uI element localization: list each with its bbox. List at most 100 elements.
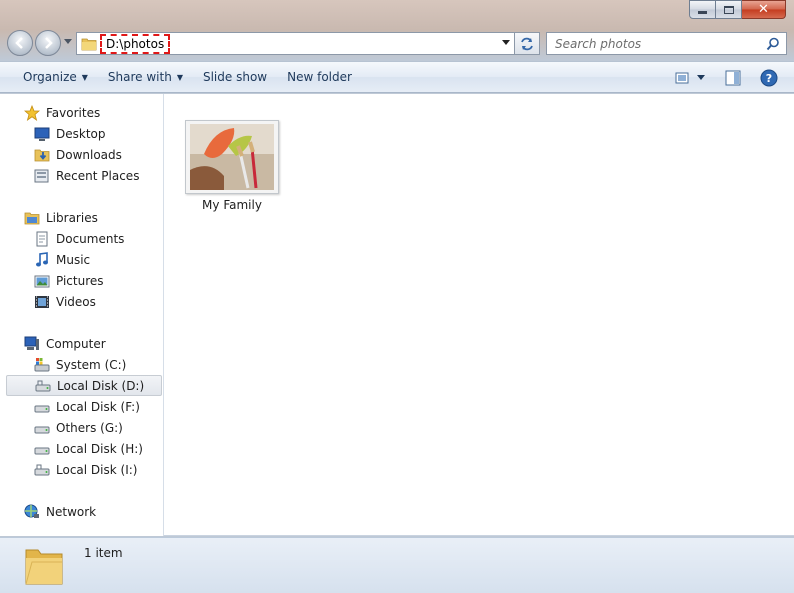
nav-computer[interactable]: Computer (6, 333, 162, 354)
nav-label: Local Disk (I:) (56, 462, 138, 477)
file-list[interactable]: My Family (165, 94, 794, 536)
navigation-pane: Favorites Desktop Downloads Recent Place… (0, 94, 164, 536)
nav-drive-d[interactable]: Local Disk (D:) (6, 375, 162, 396)
nav-videos[interactable]: Videos (6, 291, 162, 312)
view-dropdown-button[interactable] (694, 67, 708, 89)
share-with-label: Share with (107, 70, 172, 84)
paint-brushes-icon (190, 124, 274, 190)
view-icon (675, 72, 689, 84)
nav-label: Network (46, 504, 97, 519)
details-pane: 1 item (0, 537, 794, 593)
chevron-down-icon: ▼ (81, 72, 88, 82)
title-bar: ✕ (0, 0, 794, 28)
help-icon: ? (760, 69, 778, 87)
close-button[interactable]: ✕ (742, 0, 786, 19)
share-with-button[interactable]: Share with ▼ (98, 65, 193, 89)
nav-recent-places[interactable]: Recent Places (6, 165, 162, 186)
nav-label: Favorites (46, 105, 101, 120)
folder-icon (80, 35, 98, 53)
refresh-icon (521, 37, 533, 50)
hard-disk-icon (34, 441, 50, 457)
hard-disk-icon (34, 399, 50, 415)
nav-label: Local Disk (D:) (57, 378, 145, 393)
explorer-window: ✕ D:\photos Search photos Organize ▼ Sha… (0, 0, 794, 593)
back-arrow-icon (15, 37, 23, 49)
nav-drive-h[interactable]: Local Disk (H:) (6, 438, 162, 459)
minimize-button[interactable] (689, 0, 716, 19)
nav-label: Pictures (56, 273, 104, 288)
close-icon: ✕ (758, 2, 769, 17)
documents-icon (34, 231, 50, 247)
nav-libraries[interactable]: Libraries (6, 207, 162, 228)
network-icon (24, 504, 40, 520)
refresh-button[interactable] (515, 32, 540, 55)
new-folder-button[interactable]: New folder (277, 65, 362, 89)
forward-button[interactable] (35, 30, 61, 56)
nav-label: Local Disk (F:) (56, 399, 140, 414)
hard-disk-icon (34, 462, 50, 478)
search-box[interactable]: Search photos (546, 32, 787, 55)
downloads-folder-icon (34, 147, 50, 163)
maximize-icon (723, 5, 734, 14)
computer-icon (24, 336, 40, 352)
nav-label: Others (G:) (56, 420, 123, 435)
nav-label: Videos (56, 294, 96, 309)
nav-drive-g[interactable]: Others (G:) (6, 417, 162, 438)
hard-disk-icon (35, 378, 51, 394)
libraries-icon (24, 210, 40, 226)
search-input[interactable]: Search photos (555, 37, 765, 51)
navigation-row: D:\photos Search photos (0, 29, 794, 59)
nav-drive-f[interactable]: Local Disk (F:) (6, 396, 162, 417)
nav-downloads[interactable]: Downloads (6, 144, 162, 165)
help-button[interactable]: ? (758, 67, 780, 89)
address-dropdown-icon[interactable] (502, 40, 510, 46)
nav-label: Computer (46, 336, 106, 351)
preview-pane-button[interactable] (722, 67, 744, 89)
nav-network[interactable]: Network (6, 501, 162, 522)
nav-music[interactable]: Music (6, 249, 162, 270)
recent-pages-dropdown[interactable] (63, 39, 72, 47)
back-button[interactable] (7, 30, 33, 56)
desktop-icon (34, 126, 50, 142)
chevron-down-icon (63, 39, 72, 44)
address-bar[interactable]: D:\photos (76, 32, 515, 55)
slide-show-button[interactable]: Slide show (193, 65, 277, 89)
system-drive-icon (34, 357, 50, 373)
nav-label: Music (56, 252, 91, 267)
nav-label: Local Disk (H:) (56, 441, 143, 456)
nav-pictures[interactable]: Pictures (6, 270, 162, 291)
organize-label: Organize (23, 70, 77, 84)
nav-favorites[interactable]: Favorites (6, 102, 162, 123)
nav-label: Libraries (46, 210, 98, 225)
hard-disk-icon (34, 420, 50, 436)
nav-label: Documents (56, 231, 125, 246)
organize-button[interactable]: Organize ▼ (13, 65, 98, 89)
view-controls: ? (666, 66, 780, 90)
slide-show-label: Slide show (202, 70, 268, 84)
new-folder-label: New folder (287, 70, 352, 84)
maximize-button[interactable] (716, 0, 742, 19)
nav-drive-c[interactable]: System (C:) (6, 354, 162, 375)
search-icon[interactable] (765, 36, 781, 52)
nav-documents[interactable]: Documents (6, 228, 162, 249)
forward-arrow-icon (45, 37, 53, 49)
item-count: 1 item (84, 546, 123, 560)
preview-pane-icon (725, 70, 741, 86)
star-icon (24, 104, 40, 121)
folder-thumbnail (185, 120, 279, 194)
content-area: Favorites Desktop Downloads Recent Place… (0, 94, 794, 536)
folder-item[interactable]: My Family (184, 120, 280, 212)
nav-label: Recent Places (56, 168, 140, 183)
pictures-icon (34, 273, 50, 289)
folder-icon (22, 544, 66, 588)
command-bar: Organize ▼ Share with ▼ Slide show New f… (0, 61, 794, 93)
chevron-down-icon (697, 75, 705, 80)
address-path[interactable]: D:\photos (100, 33, 171, 54)
chevron-down-icon: ▼ (176, 72, 183, 82)
nav-desktop[interactable]: Desktop (6, 123, 162, 144)
folder-name: My Family (202, 198, 262, 212)
change-view-button[interactable] (672, 67, 694, 89)
videos-icon (34, 294, 50, 310)
nav-label: System (C:) (56, 357, 127, 372)
nav-drive-i[interactable]: Local Disk (I:) (6, 459, 162, 480)
